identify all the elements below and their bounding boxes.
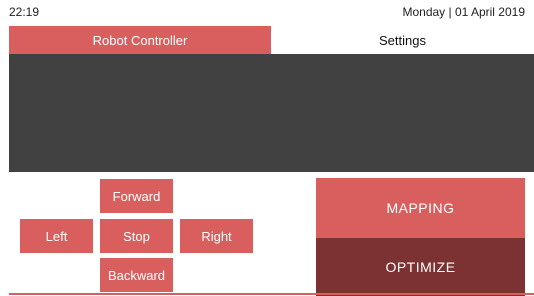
bottom-accent-line bbox=[9, 293, 534, 295]
camera-view-panel bbox=[9, 54, 534, 172]
right-button[interactable]: Right bbox=[180, 219, 253, 253]
tab-settings[interactable]: Settings bbox=[271, 26, 534, 54]
tab-bar: Robot Controller Settings bbox=[9, 26, 534, 54]
stop-button[interactable]: Stop bbox=[100, 219, 173, 253]
mapping-button[interactable]: MAPPING bbox=[316, 178, 525, 238]
left-button[interactable]: Left bbox=[20, 219, 93, 253]
tab-robot-controller[interactable]: Robot Controller bbox=[9, 26, 271, 54]
status-date: Monday | 01 April 2019 bbox=[402, 5, 525, 19]
optimize-button[interactable]: OPTIMIZE bbox=[316, 238, 525, 296]
status-time: 22:19 bbox=[9, 5, 40, 19]
status-bar: 22:19 Monday | 01 April 2019 bbox=[0, 0, 534, 22]
backward-button[interactable]: Backward bbox=[100, 258, 173, 292]
forward-button[interactable]: Forward bbox=[100, 179, 173, 213]
